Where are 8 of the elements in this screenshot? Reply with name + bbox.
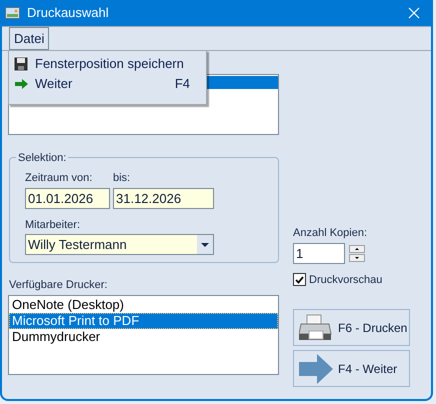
checkbox-label: Druckvorschau <box>309 272 382 288</box>
field-label: Anzahl Kopien: <box>293 226 368 241</box>
dropdown-value: Willy Testermann <box>27 236 128 254</box>
list-label: Verfügbare Drucker: <box>9 278 108 293</box>
field-label: Zeitraum von: <box>25 171 94 186</box>
window-title: Druckauswahl <box>27 4 109 22</box>
field-label: bis: <box>113 171 130 186</box>
field-label: Mitarbeiter: <box>25 218 82 232</box>
